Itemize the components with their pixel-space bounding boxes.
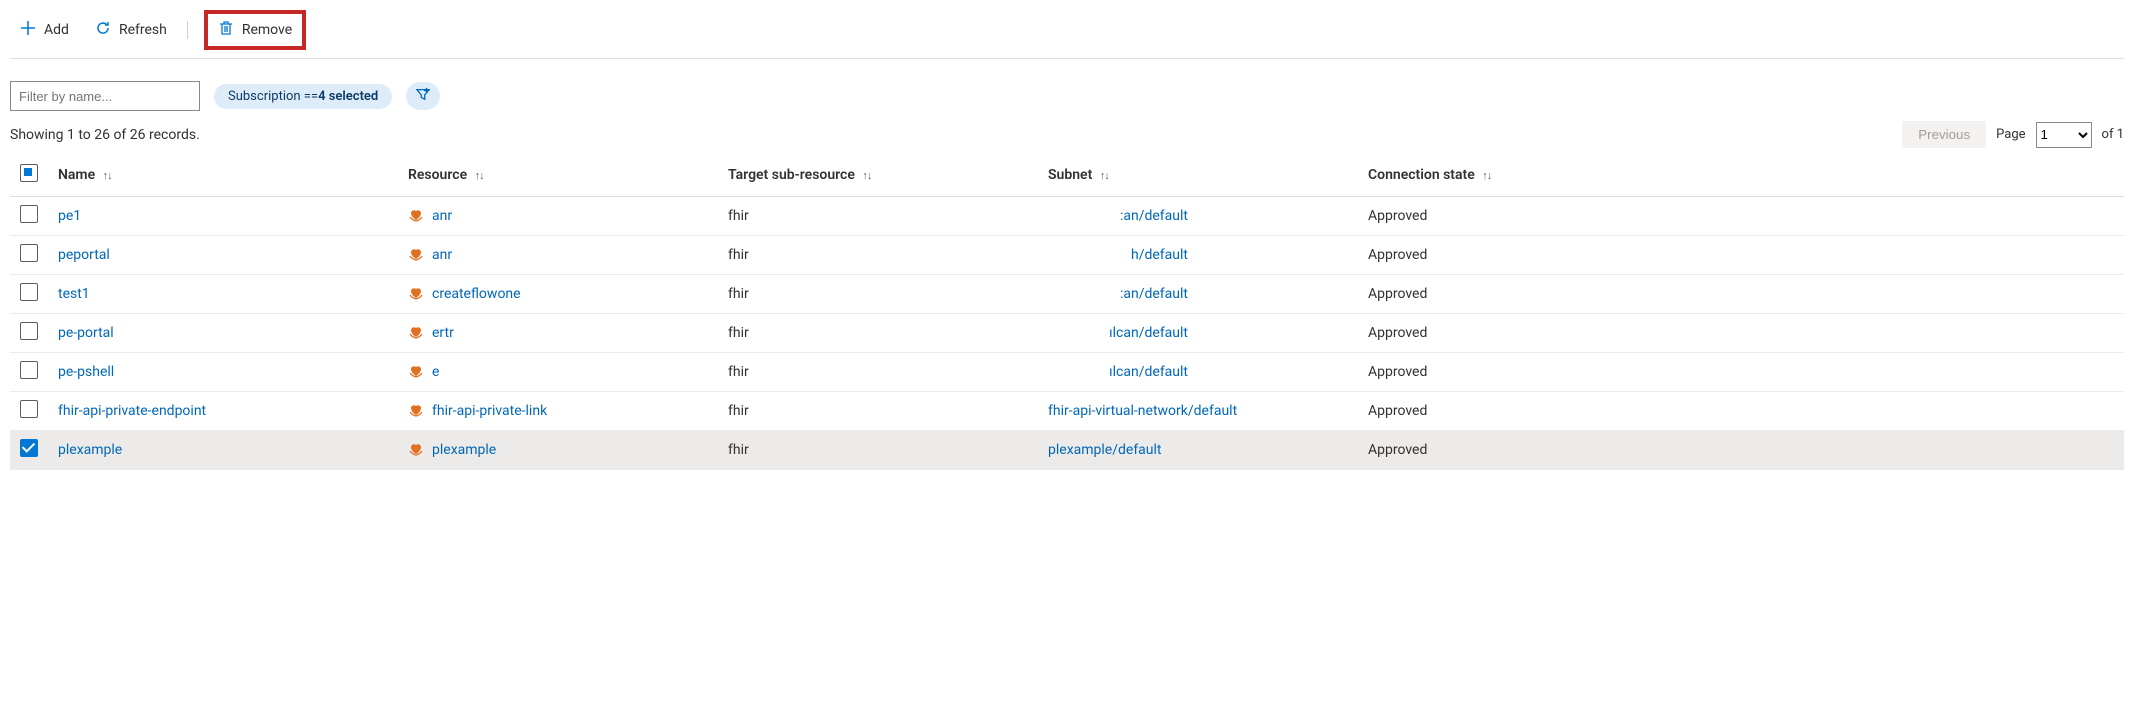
row-checkbox[interactable] bbox=[20, 400, 38, 418]
row-checkbox[interactable] bbox=[20, 322, 38, 340]
previous-page-button[interactable]: Previous bbox=[1902, 121, 1986, 148]
table-row[interactable]: plexample plexample fhir plexample/default… bbox=[10, 431, 2124, 470]
state-text: Approved bbox=[1368, 325, 1427, 341]
column-header-state[interactable]: Connection state ↑↓ bbox=[1358, 156, 2124, 197]
refresh-icon bbox=[95, 20, 111, 40]
target-text: fhir bbox=[728, 364, 749, 380]
subnet-link[interactable]: h/default bbox=[1131, 247, 1188, 263]
resource-icon bbox=[408, 323, 424, 343]
select-all-checkbox[interactable] bbox=[20, 164, 38, 182]
sort-icon: ↑↓ bbox=[1482, 169, 1491, 182]
row-checkbox[interactable] bbox=[20, 439, 38, 457]
target-text: fhir bbox=[728, 286, 749, 302]
refresh-button[interactable]: Refresh bbox=[91, 16, 171, 44]
row-checkbox[interactable] bbox=[20, 283, 38, 301]
table-row[interactable]: peportal anr fhir h/default Approved bbox=[10, 236, 2124, 275]
state-text: Approved bbox=[1368, 364, 1427, 380]
resource-icon bbox=[408, 284, 424, 304]
subnet-link[interactable]: ılcan/default bbox=[1109, 325, 1188, 341]
table-row[interactable]: test1 createflowone fhir :an/default Approv… bbox=[10, 275, 2124, 314]
resource-icon bbox=[408, 401, 424, 421]
remove-label: Remove bbox=[242, 22, 292, 38]
name-link[interactable]: pe1 bbox=[58, 208, 81, 224]
table-row[interactable]: fhir-api-private-endpoint fhir-api-priva… bbox=[10, 392, 2124, 431]
row-checkbox[interactable] bbox=[20, 205, 38, 223]
target-text: fhir bbox=[728, 208, 749, 224]
row-checkbox[interactable] bbox=[20, 244, 38, 262]
subscription-prefix: Subscription == bbox=[228, 89, 318, 104]
subnet-link[interactable]: plexample/default bbox=[1048, 442, 1162, 458]
add-label: Add bbox=[44, 22, 69, 38]
name-link[interactable]: plexample bbox=[58, 442, 122, 458]
state-text: Approved bbox=[1368, 286, 1427, 302]
subnet-link[interactable]: :an/default bbox=[1120, 286, 1188, 302]
sort-icon: ↑↓ bbox=[475, 169, 484, 182]
target-text: fhir bbox=[728, 325, 749, 341]
target-text: fhir bbox=[728, 442, 749, 458]
resource-icon bbox=[408, 206, 424, 226]
records-count-text: Showing 1 to 26 of 26 records. bbox=[10, 127, 200, 143]
add-button[interactable]: Add bbox=[16, 16, 73, 44]
table: Name ↑↓ Resource ↑↓ Target sub-resource … bbox=[10, 156, 2124, 470]
resource-link[interactable]: fhir-api-private-link bbox=[432, 403, 547, 419]
table-row[interactable]: pe1 anr fhir :an/default Approved bbox=[10, 197, 2124, 236]
refresh-label: Refresh bbox=[119, 22, 167, 38]
subnet-link[interactable]: ılcan/default bbox=[1109, 364, 1188, 380]
resource-icon bbox=[408, 362, 424, 382]
target-text: fhir bbox=[728, 247, 749, 263]
target-text: fhir bbox=[728, 403, 749, 419]
trash-icon bbox=[218, 20, 234, 40]
name-link[interactable]: pe-pshell bbox=[58, 364, 114, 380]
pager: Previous Page 1 of 1 bbox=[1902, 121, 2124, 148]
filter-name-input[interactable] bbox=[10, 81, 200, 111]
sort-icon: ↑↓ bbox=[103, 169, 112, 182]
records-summary-row: Showing 1 to 26 of 26 records. Previous … bbox=[10, 119, 2124, 156]
column-header-resource[interactable]: Resource ↑↓ bbox=[398, 156, 718, 197]
state-text: Approved bbox=[1368, 247, 1427, 263]
table-row[interactable]: pe-portal ertr fhir ılcan/default Approved bbox=[10, 314, 2124, 353]
page-select[interactable]: 1 bbox=[2036, 122, 2092, 148]
state-text: Approved bbox=[1368, 442, 1427, 458]
sort-icon: ↑↓ bbox=[1100, 169, 1109, 182]
separator bbox=[187, 21, 188, 39]
column-header-subnet[interactable]: Subnet ↑↓ bbox=[1038, 156, 1358, 197]
plus-icon bbox=[20, 20, 36, 40]
column-header-target[interactable]: Target sub-resource ↑↓ bbox=[718, 156, 1038, 197]
page-of-label: of 1 bbox=[2102, 127, 2124, 142]
resource-link[interactable]: anr bbox=[432, 208, 452, 224]
subnet-link[interactable]: fhir-api-virtual-network/default bbox=[1048, 403, 1237, 419]
name-link[interactable]: test1 bbox=[58, 286, 90, 302]
add-filter-button[interactable] bbox=[406, 82, 440, 110]
name-link[interactable]: peportal bbox=[58, 247, 110, 263]
name-link[interactable]: pe-portal bbox=[58, 325, 114, 341]
resource-icon bbox=[408, 440, 424, 460]
command-bar: Add Refresh Remove bbox=[10, 6, 2124, 59]
name-link[interactable]: fhir-api-private-endpoint bbox=[58, 403, 206, 419]
resource-link[interactable]: anr bbox=[432, 247, 452, 263]
subnet-link[interactable]: :an/default bbox=[1120, 208, 1188, 224]
state-text: Approved bbox=[1368, 403, 1427, 419]
resource-link[interactable]: e bbox=[432, 364, 439, 380]
resource-link[interactable]: ertr bbox=[432, 325, 454, 341]
column-header-name[interactable]: Name ↑↓ bbox=[48, 156, 398, 197]
resource-link[interactable]: createflowone bbox=[432, 286, 521, 302]
filter-icon bbox=[416, 87, 430, 105]
remove-button[interactable]: Remove bbox=[204, 10, 306, 50]
table-row[interactable]: pe-pshell e fhir ılcan/default Approved bbox=[10, 353, 2124, 392]
row-checkbox[interactable] bbox=[20, 361, 38, 379]
subscription-value: 4 selected bbox=[318, 89, 378, 104]
page-label: Page bbox=[1996, 127, 2025, 142]
filter-bar: Subscription == 4 selected bbox=[10, 59, 2124, 119]
sort-icon: ↑↓ bbox=[862, 169, 871, 182]
resource-icon bbox=[408, 245, 424, 265]
resource-link[interactable]: plexample bbox=[432, 442, 496, 458]
subscription-filter-pill[interactable]: Subscription == 4 selected bbox=[214, 84, 392, 109]
state-text: Approved bbox=[1368, 208, 1427, 224]
